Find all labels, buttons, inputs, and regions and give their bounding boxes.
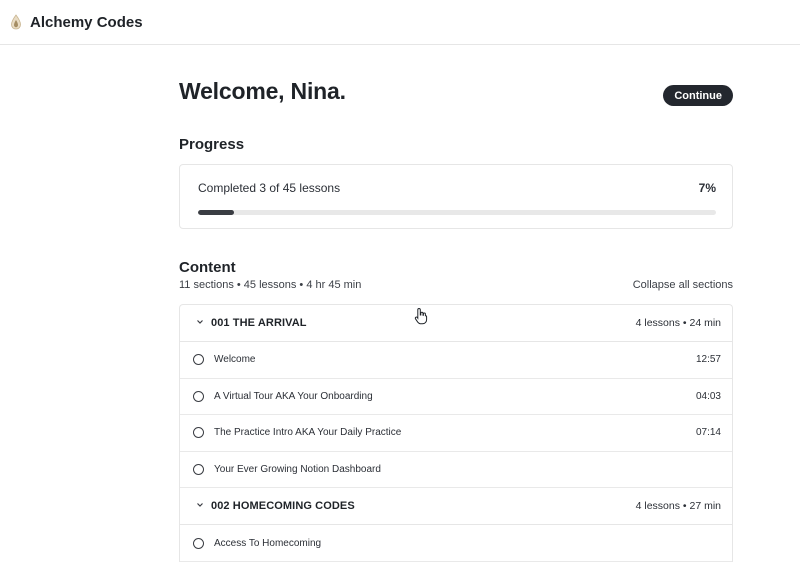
section-name: 002 HOMECOMING CODES — [211, 500, 355, 513]
lesson-duration: 12:57 — [695, 354, 721, 366]
top-bar: Alchemy Codes — [0, 0, 800, 45]
content-heading: Content — [179, 259, 236, 276]
course-section-list: 001 THE ARRIVAL 4 lessons • 24 min Welco… — [179, 304, 733, 562]
lesson-item[interactable]: A Virtual Tour AKA Your Onboarding 04:03 — [180, 379, 732, 416]
lesson-status-circle-icon[interactable] — [193, 464, 204, 476]
lesson-title: Welcome — [214, 354, 256, 366]
lesson-status-circle-icon[interactable] — [193, 537, 204, 549]
section-name: 001 THE ARRIVAL — [211, 317, 307, 329]
lesson-status-circle-icon[interactable] — [193, 354, 204, 366]
section-header-001[interactable]: 001 THE ARRIVAL 4 lessons • 24 min — [180, 305, 732, 342]
lesson-status-circle-icon[interactable] — [193, 427, 204, 439]
collapse-all-sections-link[interactable]: Collapse all sections — [633, 279, 733, 291]
progress-percent: 7% — [698, 181, 716, 195]
lesson-title: The Practice Intro AKA Your Daily Practi… — [214, 427, 402, 439]
chevron-down-icon — [197, 503, 203, 508]
lesson-item[interactable]: Your Ever Growing Notion Dashboard — [180, 452, 732, 489]
lesson-duration: 04:03 — [695, 390, 721, 402]
lesson-duration: 07:14 — [695, 427, 721, 439]
content-meta: 11 sections • 45 lessons • 4 hr 45 min — [179, 279, 362, 291]
section-info: 4 lessons • 27 min — [635, 500, 721, 513]
section-info: 4 lessons • 24 min — [635, 317, 721, 329]
course-main: Welcome, Nina. Continue Progress Complet… — [179, 45, 733, 562]
lesson-title: Your Ever Growing Notion Dashboard — [214, 464, 381, 476]
lesson-item[interactable]: The Practice Intro AKA Your Daily Practi… — [180, 415, 732, 452]
progress-text: Completed 3 of 45 lessons — [198, 181, 341, 195]
progress-heading: Progress — [179, 136, 245, 153]
lesson-item[interactable]: Welcome 12:57 — [180, 342, 732, 379]
lesson-item[interactable]: Access To Homecoming — [180, 525, 732, 562]
section-header-002[interactable]: 002 HOMECOMING CODES 4 lessons • 27 min — [180, 488, 732, 526]
flame-drop-icon — [11, 14, 21, 30]
lesson-title: Access To Homecoming — [214, 537, 322, 549]
page-title: Welcome, Nina. — [179, 78, 346, 104]
brand-name[interactable]: Alchemy Codes — [30, 14, 143, 31]
continue-button[interactable]: Continue — [663, 85, 733, 106]
progress-card: Completed 3 of 45 lessons 7% — [179, 164, 733, 229]
welcome-row: Welcome, Nina. Continue — [179, 45, 733, 133]
chevron-down-icon — [197, 320, 203, 324]
progress-bar-fill — [198, 210, 235, 215]
lesson-title: A Virtual Tour AKA Your Onboarding — [214, 390, 373, 402]
lesson-status-circle-icon[interactable] — [193, 390, 204, 402]
hand-cursor-icon — [414, 307, 428, 325]
progress-bar-track — [198, 210, 716, 215]
